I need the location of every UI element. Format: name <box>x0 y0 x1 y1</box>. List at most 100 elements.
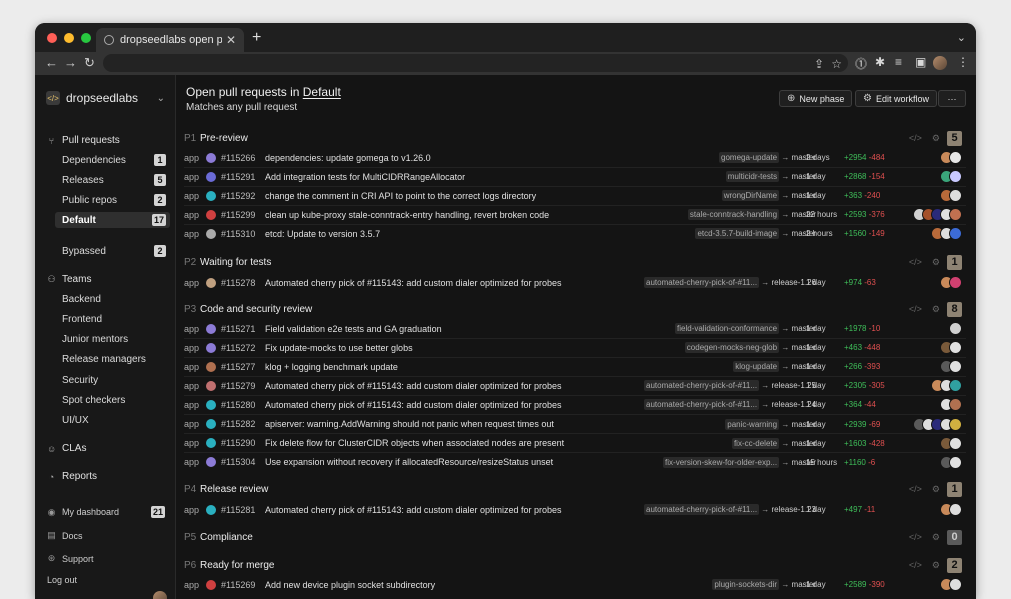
code-icon[interactable]: </> <box>909 532 922 543</box>
pr-number[interactable]: #115280 <box>221 400 265 410</box>
code-icon[interactable]: </> <box>909 304 922 315</box>
minimize-window-button[interactable] <box>64 33 74 43</box>
repo-label[interactable]: app <box>184 229 206 239</box>
phase-header[interactable]: P4 Release review </> ⚙ 1 <box>184 478 966 500</box>
pr-row[interactable]: app #115279 Automated cherry pick of #1151… <box>184 376 966 395</box>
repo-label[interactable]: app <box>184 362 206 372</box>
address-bar[interactable]: ⇪ ☆ <box>103 54 848 72</box>
nav-logout[interactable]: Log out <box>47 575 77 585</box>
pr-number[interactable]: #115291 <box>221 172 265 182</box>
media-icon[interactable]: ≡ <box>895 55 902 69</box>
close-window-button[interactable] <box>47 33 57 43</box>
sidebar-item-dependencies[interactable]: Dependencies 1 <box>55 152 170 168</box>
repo-label[interactable]: app <box>184 153 206 163</box>
nav-my-dashboard[interactable]: ◉ My dashboard 21 <box>47 506 165 518</box>
org-switcher[interactable]: </> dropseedlabs <box>46 91 138 105</box>
pr-number[interactable]: #115269 <box>221 580 265 590</box>
pr-row[interactable]: app #115281 Automated cherry pick of #1151… <box>184 500 966 519</box>
gear-icon[interactable]: ⚙ <box>932 304 940 315</box>
close-tab-icon[interactable]: ✕ <box>226 33 236 47</box>
sidebar-item-default[interactable]: Default 17 <box>55 212 170 228</box>
phase-header[interactable]: P1 Pre-review </> ⚙ 5 <box>184 127 966 149</box>
pr-row[interactable]: app #115269 Add new device plugin socket s… <box>184 575 966 594</box>
pr-row[interactable]: app #115282 apiserver: warning.AddWarning … <box>184 415 966 434</box>
pr-row[interactable]: app #115299 clean up kube-proxy stale-conn… <box>184 205 966 224</box>
repo-label[interactable]: app <box>184 278 206 288</box>
repo-label[interactable]: app <box>184 419 206 429</box>
pr-row[interactable]: app #115266 dependencies: update gomega to… <box>184 148 966 167</box>
pr-number[interactable]: #115290 <box>221 438 265 448</box>
pr-number[interactable]: #115266 <box>221 153 265 163</box>
pr-row[interactable]: app #115290 Fix delete flow for ClusterCID… <box>184 434 966 453</box>
pr-row[interactable]: app #115304 Use expansion without recovery… <box>184 453 966 472</box>
pr-row[interactable]: app #115271 Field validation e2e tests and… <box>184 319 966 338</box>
sidebar-team-frontend[interactable]: Frontend <box>55 311 170 327</box>
sidebar-team-ui-ux[interactable]: UI/UX <box>55 412 170 428</box>
phase-header[interactable]: P6 Ready for merge </> ⚙ 2 <box>184 554 966 576</box>
phase-header[interactable]: P3 Code and security review </> ⚙ 8 <box>184 298 966 320</box>
repo-label[interactable]: app <box>184 505 206 515</box>
pr-row[interactable]: app #115310 etcd: Update to version 3.5.7 e… <box>184 224 966 243</box>
repo-label[interactable]: app <box>184 438 206 448</box>
back-icon[interactable]: ← <box>45 55 58 70</box>
gear-icon[interactable]: ⚙ <box>932 532 940 543</box>
pr-row[interactable]: app #115278 Automated cherry pick of #1151… <box>184 273 966 292</box>
pr-row[interactable]: app #115280 Automated cherry pick of #1151… <box>184 395 966 414</box>
sidebar-item-bypassed[interactable]: Bypassed 2 <box>55 243 170 259</box>
more-icon[interactable]: ⋮ <box>957 55 969 69</box>
sidebar-item-releases[interactable]: Releases 5 <box>55 172 170 188</box>
gear-icon[interactable]: ⚙ <box>932 484 940 495</box>
page-title-link[interactable]: Default <box>303 85 341 99</box>
sidebar-team-spot-checkers[interactable]: Spot checkers <box>55 392 170 408</box>
sidebar-icon[interactable]: ▣ <box>915 55 926 69</box>
more-options-button[interactable]: ··· <box>938 90 966 107</box>
sidebar-team-backend[interactable]: Backend <box>55 291 170 307</box>
pr-number[interactable]: #115278 <box>221 278 265 288</box>
sidebar-team-security[interactable]: Security <box>55 372 170 388</box>
share-icon[interactable]: ⇪ <box>814 57 824 71</box>
code-icon[interactable]: </> <box>909 133 922 144</box>
puzzle-icon[interactable]: ✱ <box>875 55 885 69</box>
pr-row[interactable]: app #115292 change the comment in CRI API … <box>184 186 966 205</box>
repo-label[interactable]: app <box>184 580 206 590</box>
pr-row[interactable]: app #115291 Add integration tests for Mult… <box>184 167 966 186</box>
sidebar-team-release-managers[interactable]: Release managers <box>55 351 170 367</box>
pr-row[interactable]: app #115272 Fix update-mocks to use better… <box>184 338 966 357</box>
code-icon[interactable]: </> <box>909 560 922 571</box>
pr-number[interactable]: #115299 <box>221 210 265 220</box>
maximize-window-button[interactable] <box>81 33 91 43</box>
nav-support[interactable]: ⊛ Support <box>47 553 94 564</box>
pr-number[interactable]: #115272 <box>221 343 265 353</box>
forward-icon[interactable]: → <box>64 55 77 70</box>
pr-number[interactable]: #115281 <box>221 505 265 515</box>
pr-number[interactable]: #115279 <box>221 381 265 391</box>
nav-docs[interactable]: ▤ Docs <box>47 530 82 541</box>
reload-icon[interactable]: ↻ <box>84 55 95 71</box>
pr-row[interactable]: app #115277 klog + logging benchmark updat… <box>184 357 966 376</box>
edit-workflow-button[interactable]: ⚙ Edit workflow <box>855 90 937 107</box>
new-tab-button[interactable]: + <box>252 29 261 47</box>
code-icon[interactable]: </> <box>909 257 922 268</box>
sidebar-team-junior-mentors[interactable]: Junior mentors <box>55 331 170 347</box>
repo-label[interactable]: app <box>184 381 206 391</box>
pr-number[interactable]: #115282 <box>221 419 265 429</box>
phase-header[interactable]: P2 Waiting for tests </> ⚙ 1 <box>184 251 966 273</box>
gear-icon[interactable]: ⚙ <box>932 257 940 268</box>
sidebar-item-public-repos[interactable]: Public repos 2 <box>55 192 170 208</box>
nav-reports[interactable]: ◔ Reports <box>47 471 97 482</box>
repo-label[interactable]: app <box>184 457 206 467</box>
gear-icon[interactable]: ⚙ <box>932 133 940 144</box>
pr-number[interactable]: #115271 <box>221 324 265 334</box>
repo-label[interactable]: app <box>184 210 206 220</box>
tab-search-button[interactable]: ⌄ <box>957 31 966 44</box>
nav-pull-requests[interactable]: ⑂ Pull requests <box>47 135 120 146</box>
star-icon[interactable]: ☆ <box>831 57 842 71</box>
pr-number[interactable]: #115310 <box>221 229 265 239</box>
pr-number[interactable]: #115304 <box>221 457 265 467</box>
browser-tab[interactable]: dropseedlabs open pull requests ✕ <box>96 28 244 52</box>
repo-label[interactable]: app <box>184 172 206 182</box>
code-icon[interactable]: </> <box>909 484 922 495</box>
nav-teams[interactable]: ⚇ Teams <box>47 274 91 285</box>
repo-label[interactable]: app <box>184 400 206 410</box>
pr-number[interactable]: #115277 <box>221 362 265 372</box>
